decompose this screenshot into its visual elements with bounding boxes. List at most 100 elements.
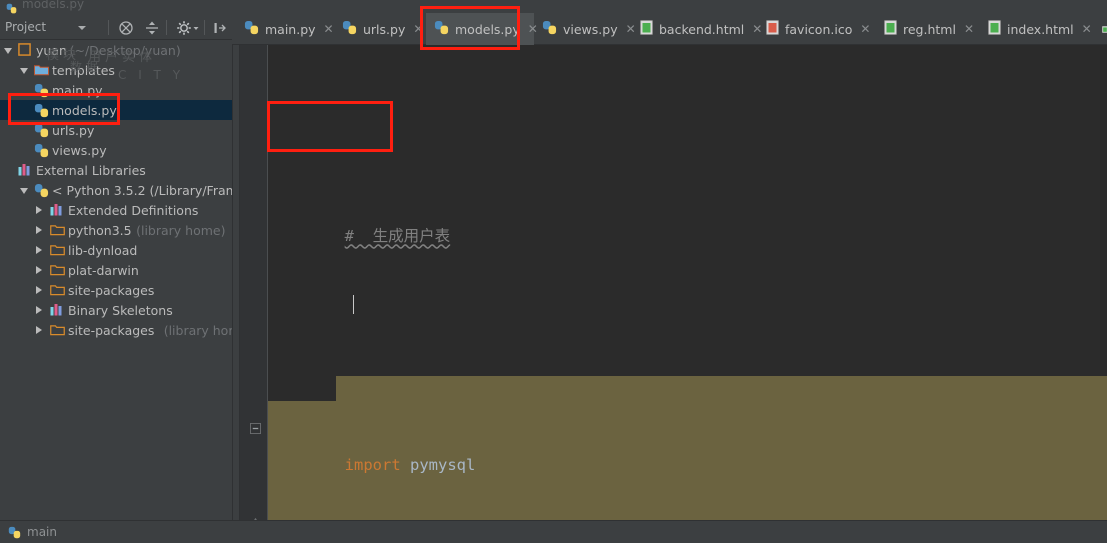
tree-item-sublabel: (library home) — [136, 222, 226, 238]
tree-item-plat-darwin[interactable]: plat-darwin — [0, 260, 232, 280]
window-title-ghost: models.py — [0, 0, 240, 15]
editor-tab-label: reg.html — [903, 21, 956, 37]
chevron-right-icon[interactable] — [36, 306, 42, 314]
editor-tab-label: urls.py — [363, 21, 406, 37]
tree-item-label: Binary Skeletons — [68, 302, 173, 318]
code-line-comment-header: # 生成用户表 — [268, 198, 1107, 245]
chevron-right-icon[interactable] — [36, 206, 42, 214]
close-icon[interactable]: ✕ — [324, 22, 334, 36]
pycharm-window: models.py Project yuan (~/Desktop/yuan) … — [0, 0, 1107, 543]
editor-tab-favicon-ico[interactable]: favicon.ico ✕ — [758, 13, 876, 45]
library-bar-icon — [50, 203, 65, 218]
folder-blue-icon — [34, 63, 49, 78]
editor-tab-backend-html[interactable]: backend.html ✕ — [632, 13, 762, 45]
tree-item-label: yuan — [36, 42, 67, 58]
tree-item-sublabel: (library home) — [163, 322, 232, 338]
code-content[interactable]: # 生成用户表 import pymysql #连接数据库 conn = pym… — [268, 45, 1107, 520]
collapse-all-icon[interactable] — [118, 20, 134, 36]
status-bar: main — [0, 520, 1107, 543]
editor-tab-main-py[interactable]: main.py ✕ — [236, 13, 334, 45]
chevron-down-icon[interactable] — [20, 68, 28, 74]
module-pymysql: pymysql — [410, 456, 476, 474]
editor-tab-models-py[interactable]: models.py ✕ — [426, 13, 538, 45]
chevron-down-icon[interactable] — [20, 188, 28, 194]
python-file-icon — [434, 20, 449, 38]
tree-item-label: templates — [52, 62, 115, 78]
code-line-import: import pymysql — [268, 428, 1107, 474]
tree-item-binary-skeletons[interactable]: Binary Skeletons — [0, 300, 232, 320]
tree-item-label: views.py — [52, 142, 107, 158]
chevron-right-icon[interactable] — [36, 246, 42, 254]
python-file-icon — [6, 0, 17, 14]
tree-item-templates[interactable]: templates — [0, 60, 232, 80]
close-icon[interactable]: ✕ — [1082, 22, 1092, 36]
chevron-right-icon[interactable] — [36, 226, 42, 234]
tree-item-external-libraries[interactable]: External Libraries — [0, 160, 232, 180]
project-tree[interactable]: yuan (~/Desktop/yuan) templates main.py mode… — [0, 40, 232, 520]
python-file-icon — [34, 143, 49, 158]
editor-tab-reg-html[interactable]: reg.html ✕ — [876, 13, 980, 45]
editor-tab-urls-py[interactable]: urls.py ✕ — [334, 13, 426, 45]
folder-outline-icon — [50, 283, 65, 298]
tree-item-python3.5[interactable]: python3.5 (library home) — [0, 220, 232, 240]
fold-end-marker-icon[interactable] — [250, 513, 261, 520]
editor-tab-index-html[interactable]: index.html ✕ — [980, 13, 1094, 45]
run-configuration[interactable]: main — [8, 525, 57, 539]
code-editor[interactable]: # 生成用户表 import pymysql #连接数据库 conn = pym… — [240, 45, 1107, 520]
tree-item-label: site-packages — [68, 322, 155, 338]
tree-item-site-packages[interactable]: site-packages (library home) — [0, 320, 232, 340]
tree-item-label: External Libraries — [36, 162, 146, 178]
settings-gear-icon[interactable] — [176, 20, 192, 36]
chevron-down-icon[interactable] — [4, 48, 12, 54]
keyword-import: import — [344, 456, 401, 474]
python-file-icon — [244, 20, 259, 38]
chevron-down-icon[interactable] — [78, 26, 86, 30]
chevron-right-icon[interactable] — [36, 326, 42, 334]
editor-tab-label: favicon.ico — [785, 21, 853, 37]
chevron-right-icon[interactable] — [36, 286, 42, 294]
editor-tab-views-py[interactable]: views.py ✕ — [534, 13, 636, 45]
editor-gutter[interactable] — [240, 45, 268, 520]
html-file-icon — [884, 20, 897, 38]
close-icon[interactable]: ✕ — [964, 22, 974, 36]
tree-item-yuan[interactable]: yuan (~/Desktop/yuan) — [0, 40, 232, 60]
module-root-icon — [18, 43, 33, 58]
html-file-icon — [640, 20, 653, 38]
panel-splitter[interactable] — [232, 15, 240, 520]
project-toolbar: Project — [0, 15, 232, 40]
tree-item-python-3.5.2-library-framew[interactable]: < Python 3.5.2 (/Library/Framew — [0, 180, 232, 200]
expand-all-icon[interactable] — [144, 20, 160, 36]
tree-item-lib-dynload[interactable]: lib-dynload — [0, 240, 232, 260]
window-title-text: models.py — [22, 0, 85, 11]
tree-item-views.py[interactable]: views.py — [0, 140, 232, 160]
hide-panel-icon[interactable] — [212, 20, 228, 36]
editor-tab-overflow[interactable] — [1094, 13, 1107, 45]
python-file-icon — [34, 123, 49, 138]
editor-tab-bar[interactable]: main.py ✕ urls.py ✕ models.py ✕ views.py ✕ backe… — [232, 13, 1107, 45]
project-panel-title[interactable]: Project — [5, 20, 46, 34]
close-icon[interactable]: ✕ — [860, 22, 870, 36]
close-icon[interactable]: ✕ — [413, 22, 423, 36]
tree-item-extended-definitions[interactable]: Extended Definitions — [0, 200, 232, 220]
chevron-right-icon[interactable] — [36, 266, 42, 274]
image-file-icon — [766, 20, 779, 38]
text-caret — [353, 295, 354, 314]
settings-dropdown-chevron-icon[interactable] — [192, 20, 200, 36]
python-file-icon — [542, 20, 557, 38]
tree-item-models.py[interactable]: models.py — [0, 100, 232, 120]
tree-item-label: urls.py — [52, 122, 95, 138]
tree-item-urls.py[interactable]: urls.py — [0, 120, 232, 140]
editor-tab-label: index.html — [1007, 21, 1074, 37]
folder-outline-icon — [50, 323, 65, 338]
library-bar-icon — [18, 163, 33, 178]
folder-outline-icon — [50, 263, 65, 278]
tree-item-label: plat-darwin — [68, 262, 139, 278]
tree-item-label: site-packages — [68, 282, 155, 298]
python-file-icon — [8, 526, 21, 538]
tree-item-sublabel: (~/Desktop/yuan) — [69, 42, 181, 58]
fold-marker-icon[interactable] — [250, 419, 261, 438]
tree-item-main.py[interactable]: main.py — [0, 80, 232, 100]
tree-item-site-packages[interactable]: site-packages — [0, 280, 232, 300]
folder-outline-icon — [50, 223, 65, 238]
editor-tab-label: models.py — [455, 21, 520, 37]
